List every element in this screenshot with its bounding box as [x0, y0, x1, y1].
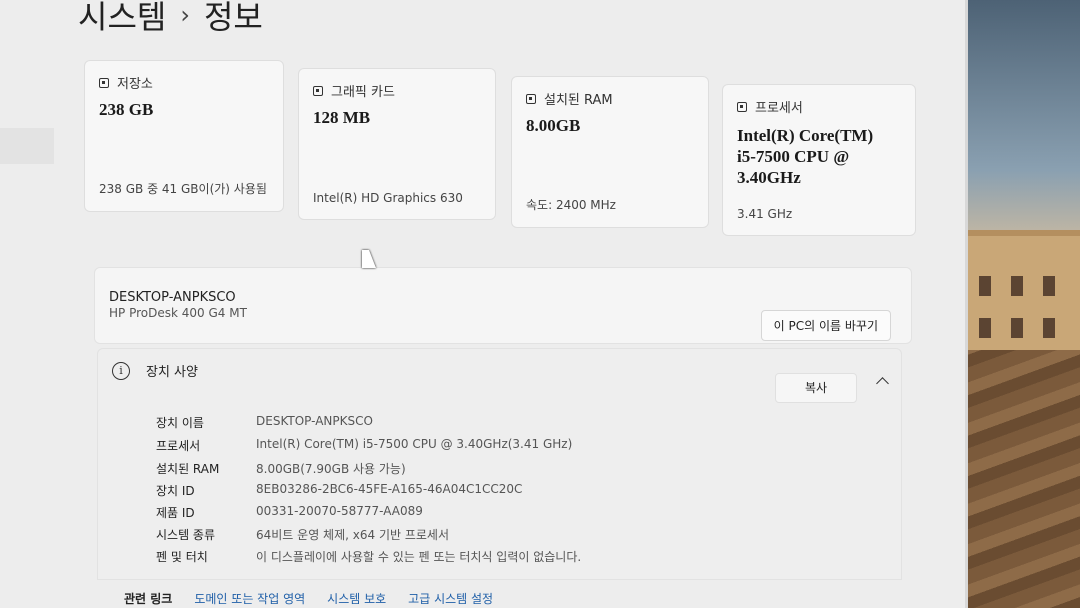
spec-key: 장치 ID: [156, 484, 195, 498]
processor-icon: [737, 101, 747, 112]
spec-row: 시스템 종류 64비트 운영 체제, x64 기반 프로세서: [156, 526, 449, 543]
domain-workgroup-link[interactable]: 도메인 또는 작업 영역: [194, 590, 305, 607]
related-links-label: 관련 링크: [124, 592, 173, 606]
advanced-system-settings-link[interactable]: 고급 시스템 설정: [408, 590, 493, 607]
spec-key: 설치된 RAM: [156, 462, 220, 476]
system-protection-link[interactable]: 시스템 보호: [327, 590, 386, 607]
related-links: 관련 링크 도메인 또는 작업 영역 시스템 보호 고급 시스템 설정: [124, 590, 493, 607]
page-title: 정보: [203, 0, 263, 36]
ram-card-title: 설치된 RAM: [544, 93, 613, 108]
storage-card-title: 저장소: [117, 77, 153, 92]
breadcrumb: 시스템 › 정보: [78, 0, 263, 38]
device-specs-panel: i 장치 사양 복사 장치 이름 DESKTOP-ANPKSCO 프로세서 In…: [97, 348, 902, 580]
ram-card-value: 8.00GB: [526, 116, 581, 135]
spec-key: 시스템 종류: [156, 528, 216, 542]
rename-pc-button[interactable]: 이 PC의 이름 바꾸기: [760, 310, 891, 341]
spec-key: 프로세서: [156, 439, 201, 453]
device-name: DESKTOP-ANPKSCO: [109, 290, 236, 305]
spec-value: DESKTOP-ANPKSCO: [256, 414, 373, 428]
ram-card-sub: 속도: 2400 MHz: [526, 198, 616, 212]
chevron-up-icon[interactable]: [876, 377, 889, 390]
graphics-card-icon: [313, 85, 323, 96]
graphics-card-value: 128 MB: [313, 108, 371, 127]
spec-value: 8.00GB(7.90GB 사용 가능): [256, 462, 406, 476]
spec-row: 프로세서 Intel(R) Core(TM) i5-7500 CPU @ 3.4…: [156, 437, 572, 454]
ram-card: 설치된 RAM 8.00GB 속도: 2400 MHz: [511, 76, 709, 228]
breadcrumb-parent[interactable]: 시스템: [78, 0, 166, 38]
spec-row: 장치 ID 8EB03286-2BC6-45FE-A165-46A04C1CC2…: [156, 482, 522, 499]
spec-row: 제품 ID 00331-20070-58777-AA089: [156, 504, 423, 521]
spec-value: 00331-20070-58777-AA089: [256, 504, 423, 518]
processor-value-line: Intel(R) Core(TM): [737, 126, 874, 145]
processor-value-line: 3.40GHz: [737, 168, 801, 187]
spec-value: 64비트 운영 체제, x64 기반 프로세서: [256, 528, 450, 542]
graphics-card-sub: Intel(R) HD Graphics 630: [313, 191, 463, 205]
settings-window: 시스템 › 정보 저장소 238 GB 238 GB 중 41 GB이(가) 사…: [0, 0, 968, 608]
spec-row: 펜 및 터치 이 디스플레이에 사용할 수 있는 펜 또는 터치식 입력이 없습…: [156, 548, 581, 565]
spec-row: 장치 이름 DESKTOP-ANPKSCO: [156, 414, 373, 431]
breadcrumb-separator: ›: [180, 1, 190, 29]
spec-value: 8EB03286-2BC6-45FE-A165-46A04C1CC20C: [256, 482, 523, 496]
mouse-cursor-icon: [362, 250, 376, 268]
processor-value-line: i5-7500 CPU @: [737, 147, 850, 166]
graphics-card: 그래픽 카드 128 MB Intel(R) HD Graphics 630: [298, 68, 496, 220]
spec-key: 제품 ID: [156, 506, 195, 520]
spec-value: Intel(R) Core(TM) i5-7500 CPU @ 3.40GHz(…: [256, 437, 573, 451]
device-model: HP ProDesk 400 G4 MT: [109, 306, 247, 320]
spec-key: 펜 및 터치: [156, 550, 208, 564]
device-specs-title: 장치 사양: [146, 365, 198, 380]
spec-value: 이 디스플레이에 사용할 수 있는 펜 또는 터치식 입력이 없습니다.: [256, 550, 582, 564]
spec-row: 설치된 RAM 8.00GB(7.90GB 사용 가능): [156, 460, 406, 477]
copy-button[interactable]: 복사: [775, 373, 857, 403]
graphics-card-title: 그래픽 카드: [331, 85, 395, 100]
ram-icon: [526, 93, 536, 104]
device-name-panel: DESKTOP-ANPKSCO HP ProDesk 400 G4 MT 이 P…: [94, 267, 912, 344]
info-icon: i: [112, 361, 130, 380]
processor-card-sub: 3.41 GHz: [737, 207, 793, 221]
storage-card-value: 238 GB: [99, 100, 154, 119]
nav-selection-highlight: [0, 128, 54, 164]
storage-card-sub: 238 GB 중 41 GB이(가) 사용됨: [99, 182, 267, 196]
device-specs-header[interactable]: i 장치 사양: [112, 361, 198, 380]
processor-card-title: 프로세서: [755, 101, 803, 116]
processor-card: 프로세서 Intel(R) Core(TM) i5-7500 CPU @ 3.4…: [722, 84, 916, 236]
storage-icon: [99, 77, 109, 88]
storage-card: 저장소 238 GB 238 GB 중 41 GB이(가) 사용됨: [84, 60, 284, 212]
processor-card-value: Intel(R) Core(TM) i5-7500 CPU @ 3.40GHz: [737, 125, 873, 188]
spec-key: 장치 이름: [156, 416, 204, 430]
